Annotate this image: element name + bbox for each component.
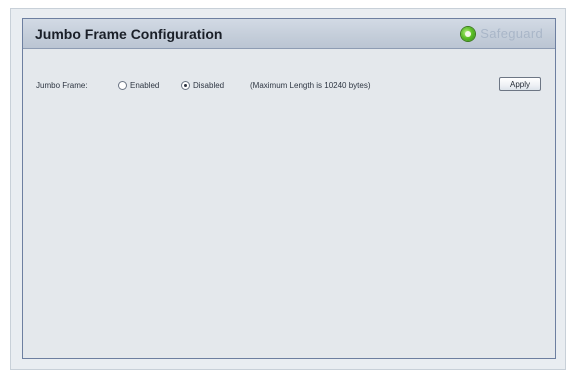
- safeguard-indicator: Safeguard: [461, 26, 543, 41]
- jumbo-frame-row: Jumbo Frame: Enabled Disabled (Maximum L…: [23, 77, 555, 97]
- page-frame: Jumbo Frame Configuration Safeguard Jumb…: [10, 8, 566, 370]
- max-length-note: (Maximum Length is 10240 bytes): [250, 81, 371, 90]
- disabled-radio-label[interactable]: Disabled: [193, 81, 224, 90]
- enabled-radio[interactable]: [118, 81, 127, 90]
- disabled-radio[interactable]: [181, 81, 190, 90]
- jumbo-frame-panel: Jumbo Frame Configuration Safeguard Jumb…: [22, 18, 556, 359]
- page-title: Jumbo Frame Configuration: [35, 26, 223, 42]
- safeguard-status-icon: [461, 26, 476, 41]
- apply-button[interactable]: Apply: [499, 77, 541, 91]
- enabled-radio-label[interactable]: Enabled: [130, 81, 159, 90]
- panel-title-bar: Jumbo Frame Configuration Safeguard: [23, 19, 555, 49]
- safeguard-label: Safeguard: [480, 26, 543, 41]
- jumbo-frame-label: Jumbo Frame:: [36, 81, 88, 90]
